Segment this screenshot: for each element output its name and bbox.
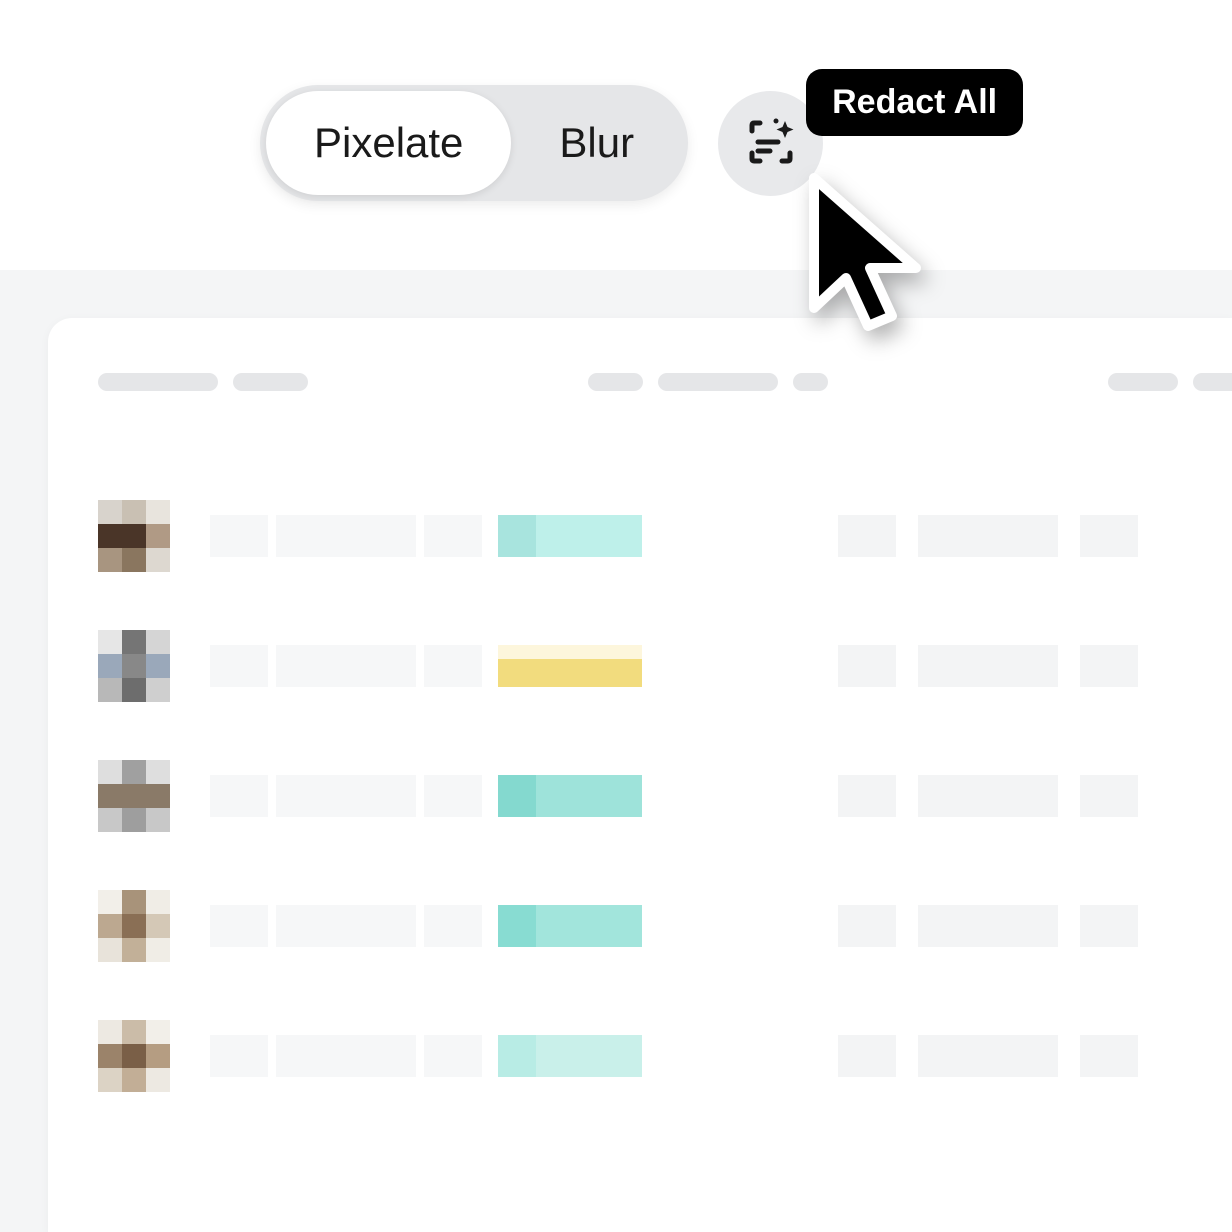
redacted-text-cells (210, 1035, 482, 1077)
redacted-right-cells (838, 775, 1138, 817)
header-placeholder (1108, 373, 1178, 391)
pixelated-avatar (98, 760, 170, 832)
redacted-text-cells (210, 775, 482, 817)
header-placeholder (793, 373, 828, 391)
header-placeholder (98, 373, 218, 391)
content-area (0, 270, 1232, 1232)
pixelate-segment[interactable]: Pixelate (266, 91, 511, 195)
table-row[interactable] (98, 601, 1232, 731)
redacted-right-cells (838, 1035, 1138, 1077)
status-badge (498, 1035, 642, 1077)
pixelated-avatar (98, 500, 170, 572)
data-table-card (48, 318, 1232, 1232)
status-badge (498, 515, 642, 557)
status-badge (498, 905, 642, 947)
status-badge (498, 775, 642, 817)
redacted-right-cells (838, 515, 1138, 557)
redact-all-tooltip: Redact All (806, 69, 1023, 136)
cursor-pointer-icon (804, 168, 944, 352)
table-body (98, 471, 1232, 1121)
header-placeholder (588, 373, 643, 391)
pixelated-avatar (98, 890, 170, 962)
status-badge (498, 645, 642, 687)
table-row[interactable] (98, 731, 1232, 861)
table-row[interactable] (98, 861, 1232, 991)
pixelated-avatar (98, 630, 170, 702)
blur-segment[interactable]: Blur (511, 91, 682, 195)
redacted-text-cells (210, 645, 482, 687)
redacted-right-cells (838, 905, 1138, 947)
redaction-mode-segmented-control: Pixelate Blur (260, 85, 688, 201)
redacted-text-cells (210, 905, 482, 947)
header-placeholder (1193, 373, 1232, 391)
redacted-right-cells (838, 645, 1138, 687)
header-placeholder (658, 373, 778, 391)
table-row[interactable] (98, 471, 1232, 601)
redacted-text-cells (210, 515, 482, 557)
table-header-row (98, 373, 1232, 391)
redact-scan-icon (746, 117, 796, 170)
redaction-toolbar: Pixelate Blur Redact All (260, 85, 823, 201)
table-row[interactable] (98, 991, 1232, 1121)
pixelated-avatar (98, 1020, 170, 1092)
header-placeholder (233, 373, 308, 391)
